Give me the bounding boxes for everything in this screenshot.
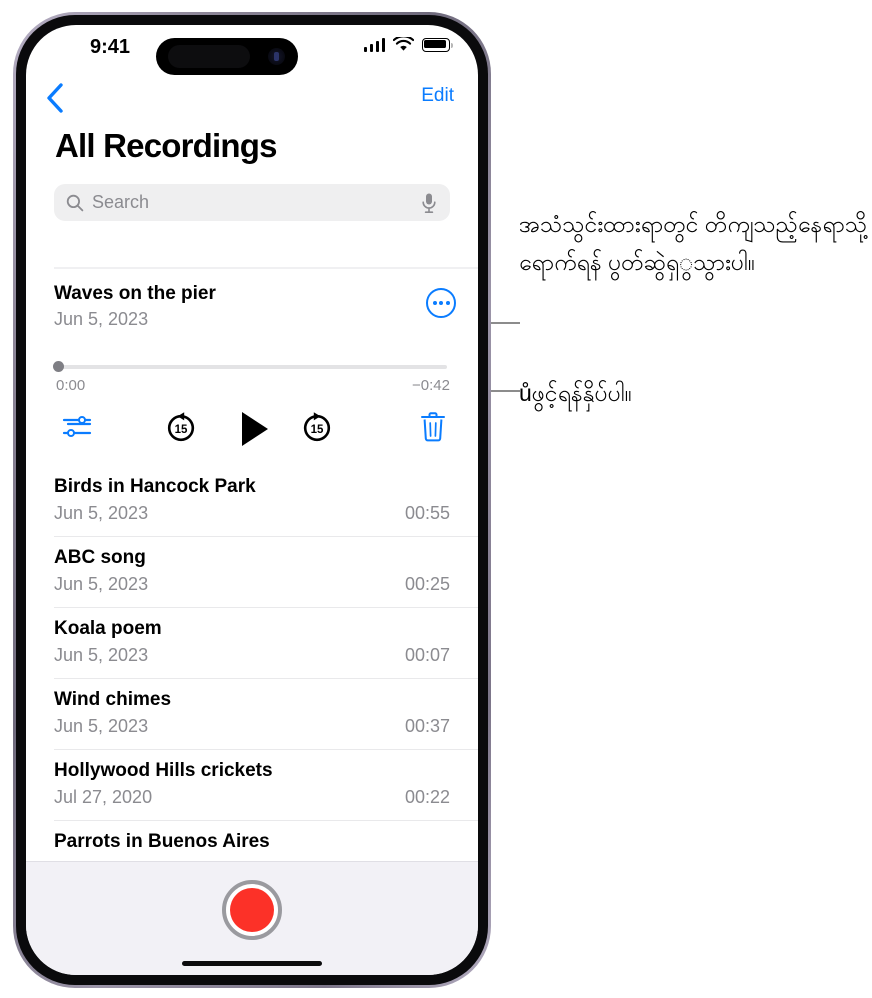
player-card: Waves on the pier Jun 5, 2023 0:00 −0:42 — [26, 269, 478, 465]
microphone-icon[interactable] — [420, 192, 438, 214]
recording-duration: 00:07 — [404, 645, 450, 665]
skip-back-15-button[interactable]: 15 — [164, 411, 198, 450]
cellular-bars-icon — [363, 37, 385, 52]
recording-name: Hollywood Hills crickets — [54, 760, 273, 781]
recording-row-0[interactable]: Birds in Hancock Park Jun 5, 2023 00:55 — [26, 465, 478, 536]
search-input[interactable]: Search — [54, 184, 450, 221]
recordings-list[interactable]: Birds in Hancock Park Jun 5, 2023 00:55 … — [26, 465, 478, 863]
back-button[interactable] — [44, 81, 78, 115]
recording-date: Jul 27, 2020 — [54, 787, 153, 807]
play-callout-text: ůဖွင့်ရန်နှိပ်ပါ။ — [519, 380, 632, 406]
svg-text:15: 15 — [311, 424, 324, 436]
status-bar: 9:41 — [26, 25, 478, 75]
recording-row-5[interactable]: Parrots in Buenos Aires — [26, 820, 478, 863]
recording-name: Birds in Hancock Park — [54, 476, 256, 497]
search-placeholder: Search — [92, 192, 150, 212]
front-camera-icon — [268, 48, 285, 65]
recording-duration: 00:55 — [404, 503, 450, 523]
status-icons — [363, 37, 454, 52]
time-elapsed: 0:00 — [56, 377, 86, 394]
skip-forward-15-icon: 15 — [303, 412, 331, 442]
recording-name: Parrots in Buenos Aires — [54, 831, 270, 852]
recording-date: Jun 5, 2023 — [54, 503, 149, 523]
phone-screen: 9:41 Edit All Recordings Search Waves on… — [26, 25, 478, 975]
recording-duration: 00:25 — [404, 574, 450, 594]
recording-duration: 00:22 — [404, 787, 450, 807]
record-bar — [26, 861, 478, 975]
dynamic-island-pill — [168, 45, 250, 68]
nav-bar: Edit — [26, 77, 478, 121]
ellipsis-circle-icon — [428, 290, 454, 316]
play-button[interactable] — [238, 410, 270, 453]
recording-date: Jun 5, 2023 — [54, 716, 149, 736]
dynamic-island — [156, 38, 298, 75]
playback-controls: 15 15 — [26, 407, 478, 455]
home-indicator[interactable] — [182, 961, 322, 966]
record-button[interactable] — [222, 880, 282, 940]
time-remaining: −0:42 — [412, 377, 450, 394]
edit-button[interactable]: Edit — [421, 85, 454, 107]
recording-row-4[interactable]: Hollywood Hills crickets Jul 27, 2020 00… — [26, 749, 478, 820]
page-title: All Recordings — [55, 127, 277, 164]
recording-name: ABC song — [54, 547, 146, 568]
player-date: Jun 5, 2023 — [54, 309, 149, 329]
svg-text:15: 15 — [175, 424, 188, 436]
recording-name: Wind chimes — [54, 689, 172, 710]
scrubber-track[interactable] — [57, 365, 447, 369]
play-icon — [242, 412, 268, 446]
record-button-icon — [230, 888, 274, 932]
enhance-recording-button[interactable] — [62, 415, 92, 446]
audio-enhance-icon — [62, 416, 92, 437]
recording-name: Koala poem — [54, 618, 162, 639]
skip-forward-15-button[interactable]: 15 — [300, 411, 334, 450]
scrubber-callout-text: အသံသွင်းထားရာတွင် တိကျသည့်နေရာသို့ရောက်ရ… — [519, 211, 868, 275]
scrubber-handle[interactable] — [53, 361, 64, 372]
more-options-button[interactable] — [426, 288, 456, 318]
recording-duration: 00:37 — [404, 716, 450, 736]
recording-date: Jun 5, 2023 — [54, 574, 149, 594]
battery-icon — [422, 37, 454, 52]
wifi-icon — [393, 37, 414, 51]
recording-row-1[interactable]: ABC song Jun 5, 2023 00:25 — [26, 536, 478, 607]
delete-button[interactable] — [420, 411, 446, 448]
trash-icon — [421, 412, 445, 442]
status-time: 9:41 — [89, 36, 131, 58]
recording-row-3[interactable]: Wind chimes Jun 5, 2023 00:37 — [26, 678, 478, 749]
player-title: Waves on the pier — [54, 283, 216, 304]
chevron-left-icon — [47, 83, 63, 113]
search-icon — [66, 194, 84, 212]
recording-row-2[interactable]: Koala poem Jun 5, 2023 00:07 — [26, 607, 478, 678]
recording-date: Jun 5, 2023 — [54, 645, 149, 665]
skip-back-15-icon: 15 — [167, 412, 195, 442]
